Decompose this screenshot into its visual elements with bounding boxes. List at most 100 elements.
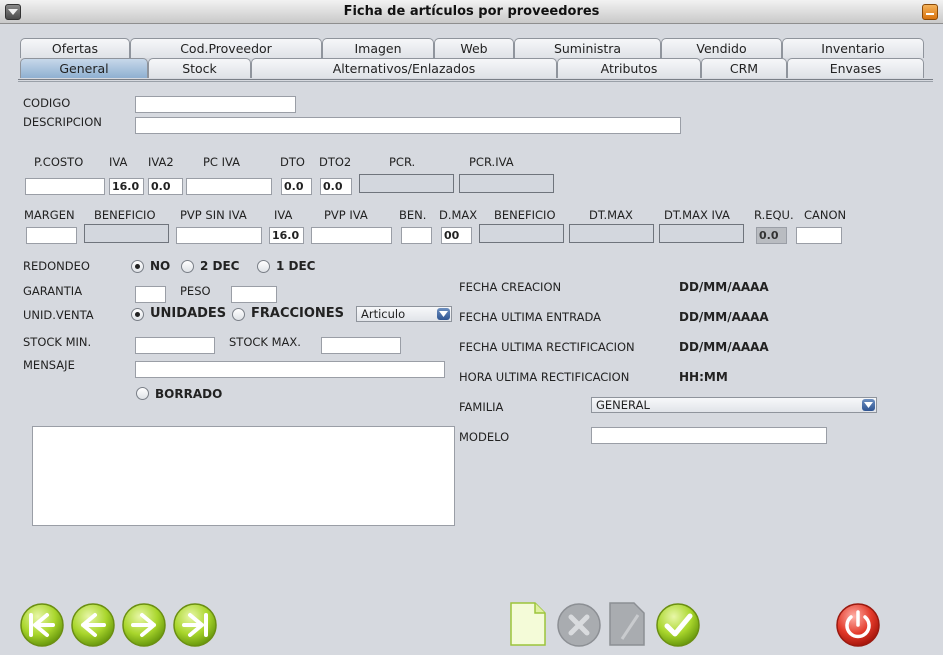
peso-field[interactable] <box>231 286 277 303</box>
dto2-field[interactable]: 0.0 <box>320 178 352 195</box>
pvp-sin-iva-field[interactable] <box>176 227 262 244</box>
canon-field[interactable] <box>796 227 842 244</box>
codigo-label: CODIGO <box>23 96 71 110</box>
iva-label-2: IVA <box>274 208 293 222</box>
familia-select[interactable]: GENERAL <box>591 397 877 413</box>
redondeo-1dec-label: 1 DEC <box>276 259 316 273</box>
accept-icon[interactable] <box>655 602 701 648</box>
mensaje-label: MENSAJE <box>23 358 75 372</box>
unid-venta-select[interactable]: Articulo <box>356 306 452 322</box>
iva-label: IVA <box>109 155 128 169</box>
redondeo-no-label: NO <box>150 259 171 273</box>
tab-alternativos[interactable]: Alternativos/Enlazados <box>251 58 557 78</box>
stock-max-label: STOCK MAX. <box>229 335 301 349</box>
tab-cod-proveedor[interactable]: Cod.Proveedor <box>130 38 322 58</box>
redondeo-2dec-radio[interactable] <box>181 260 194 273</box>
descripcion-label: DESCRIPCION <box>23 115 102 129</box>
borrado-radio[interactable] <box>136 387 149 400</box>
tab-inventario[interactable]: Inventario <box>782 38 924 58</box>
tab-separator <box>18 79 933 82</box>
fecha-entrada-value: DD/MM/AAAA <box>679 310 769 324</box>
garantia-label: GARANTIA <box>23 284 83 298</box>
dt-max-iva-field <box>659 224 744 243</box>
first-icon[interactable] <box>19 602 65 648</box>
new-document-icon[interactable] <box>508 601 548 647</box>
next-icon[interactable] <box>121 602 167 648</box>
hora-rect-value: HH:MM <box>679 370 728 384</box>
tab-crm[interactable]: CRM <box>701 58 787 78</box>
pc-iva-field[interactable] <box>186 178 272 195</box>
previous-icon[interactable] <box>70 602 116 648</box>
d-max-label: D.MAX <box>439 208 478 222</box>
dt-max-field <box>569 224 654 243</box>
pcr-label: PCR. <box>389 155 416 169</box>
tab-atributos[interactable]: Atributos <box>557 58 701 78</box>
edit-icon[interactable] <box>608 601 648 647</box>
tab-imagen[interactable]: Imagen <box>322 38 434 58</box>
garantia-field[interactable] <box>135 286 166 303</box>
delete-icon[interactable] <box>556 602 602 648</box>
unidades-radio[interactable] <box>131 308 144 321</box>
r-equ-field: 0.0 <box>756 227 787 244</box>
stock-max-field[interactable] <box>321 337 401 354</box>
notes-textarea[interactable] <box>32 426 455 526</box>
redondeo-no-radio[interactable] <box>131 260 144 273</box>
unid-venta-select-value: Articulo <box>361 307 406 321</box>
pvp-iva-label: PVP IVA <box>324 208 368 222</box>
title-bar: Ficha de artículos por proveedores <box>0 0 943 24</box>
borrado-label: BORRADO <box>155 387 223 401</box>
ben-label: BEN. <box>399 208 427 222</box>
tab-stock[interactable]: Stock <box>148 58 251 78</box>
mensaje-field[interactable] <box>135 361 445 378</box>
beneficio-label: BENEFICIO <box>94 208 156 222</box>
tab-general[interactable]: General <box>20 58 148 78</box>
iva2-field[interactable]: 0.0 <box>148 178 183 195</box>
iva-field[interactable]: 16.0 <box>109 178 144 195</box>
beneficio-field <box>84 224 169 243</box>
fecha-rect-value: DD/MM/AAAA <box>679 340 769 354</box>
unid-venta-label: UNID.VENTA <box>23 308 94 322</box>
minimize-icon[interactable] <box>922 4 938 20</box>
pvp-iva-field[interactable] <box>311 227 392 244</box>
peso-label: PESO <box>180 284 211 298</box>
pvp-sin-iva-label: PVP SIN IVA <box>180 208 247 222</box>
dto2-label: DTO2 <box>319 155 352 169</box>
pcr-iva-field <box>459 174 554 193</box>
last-icon[interactable] <box>172 602 218 648</box>
margen-label: MARGEN <box>24 208 75 222</box>
d-max-field[interactable]: 00 <box>441 227 472 244</box>
pcr-iva-label: PCR.IVA <box>469 155 514 169</box>
redondeo-label: REDONDEO <box>23 259 90 273</box>
familia-label: FAMILIA <box>459 400 504 414</box>
dt-max-iva-label: DT.MAX IVA <box>664 208 730 222</box>
fecha-creacion-value: DD/MM/AAAA <box>679 280 769 294</box>
beneficio-field-2 <box>479 224 564 243</box>
power-icon[interactable] <box>835 602 881 648</box>
dt-max-label: DT.MAX <box>589 208 633 222</box>
tab-web[interactable]: Web <box>434 38 514 58</box>
iva-field-2[interactable]: 16.0 <box>269 227 304 244</box>
redondeo-1dec-radio[interactable] <box>257 260 270 273</box>
stock-min-field[interactable] <box>135 337 215 354</box>
redondeo-2dec-label: 2 DEC <box>200 259 240 273</box>
margen-field[interactable] <box>26 227 77 244</box>
codigo-field[interactable] <box>135 96 296 113</box>
dto-field[interactable]: 0.0 <box>281 178 312 195</box>
r-equ-label: R.EQU. <box>754 208 794 222</box>
fracciones-radio[interactable] <box>232 308 245 321</box>
tab-vendido[interactable]: Vendido <box>661 38 782 58</box>
tab-envases[interactable]: Envases <box>787 58 924 78</box>
descripcion-field[interactable] <box>135 117 681 134</box>
iva2-label: IVA2 <box>148 155 174 169</box>
modelo-field[interactable] <box>591 427 827 444</box>
p-costo-label: P.COSTO <box>34 155 84 169</box>
tab-suministra[interactable]: Suministra <box>514 38 661 58</box>
canon-label: CANON <box>804 208 847 222</box>
pc-iva-label: PC IVA <box>203 155 241 169</box>
ben-field[interactable] <box>401 227 432 244</box>
p-costo-field[interactable] <box>25 178 105 195</box>
familia-select-value: GENERAL <box>596 398 650 412</box>
fecha-creacion-label: FECHA CREACION <box>459 280 562 294</box>
tab-ofertas[interactable]: Ofertas <box>20 38 130 58</box>
dto-label: DTO <box>280 155 305 169</box>
